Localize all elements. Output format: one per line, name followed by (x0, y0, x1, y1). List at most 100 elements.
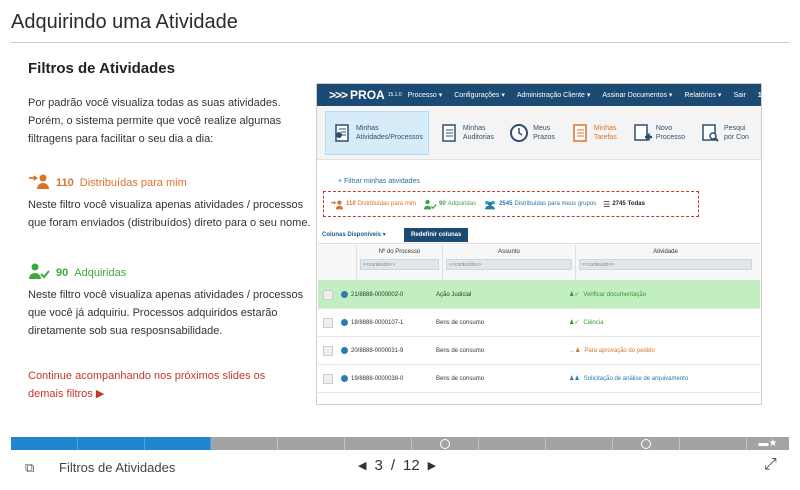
section-title: Filtros de Atividades (28, 60, 175, 77)
group-icon (485, 200, 495, 209)
tile-auditorias[interactable]: Minhas Auditorias (433, 111, 499, 155)
col-header-atividade: Atividade (653, 249, 678, 255)
acquired-icon: ♟✓ (569, 320, 580, 326)
continue-link[interactable]: Continue acompanhando nos próximos slide… (28, 367, 298, 403)
filter-input-atividade[interactable]: <<conteúdo>> (579, 259, 752, 270)
filter-summary-box: 110 Distribuídas para mim 90 Adquiridas … (323, 191, 699, 217)
nav-configuracoes[interactable]: Configurações ▾ (448, 91, 511, 99)
progress-segment[interactable] (211, 437, 278, 450)
intro-text: Por padrão você visualiza todas as suas … (28, 97, 282, 145)
pager-separator: / (390, 457, 395, 474)
progress-segment-final[interactable]: ▬★ (747, 437, 789, 450)
current-slide-number: 3 (374, 457, 383, 474)
filter-acquired-count: 90 (56, 266, 69, 279)
filter-distributed-desc: Neste filtro você visualiza apenas ativi… (28, 199, 311, 229)
add-document-icon (631, 122, 653, 144)
current-slide-name: Filtros de Atividades (59, 460, 176, 475)
col-header-assunto: Assunto (498, 249, 520, 255)
progress-segment[interactable] (680, 437, 747, 450)
columns-toolbar: Colunas Disponíveis ▾ Redefinir colunas (318, 226, 760, 244)
nav-user[interactable]: 1 (752, 92, 761, 99)
slide-progress-bar[interactable]: ▬★ (11, 437, 789, 450)
row-checkbox[interactable] (323, 317, 333, 328)
fullscreen-icon[interactable]: ⤢ (764, 456, 777, 474)
tile-minhas-atividades[interactable]: Minhas Atividades/Processos (325, 110, 429, 155)
activities-table: Nº do Processo <<conteúdo>> Assunto <<co… (318, 245, 760, 393)
clock-icon (508, 122, 530, 144)
table-row[interactable]: 19/8888-0000038-0 Bens de consumo ♟♟ Soli… (318, 365, 760, 393)
slides-menu-icon[interactable]: ⧉ (25, 460, 34, 476)
next-slide-icon[interactable]: ▶ (428, 459, 436, 472)
filter-activities-link[interactable]: + Filtrar minhas atividades (338, 178, 420, 185)
acquired-icon (423, 199, 437, 209)
row-checkbox[interactable] (323, 289, 333, 300)
tile-prazos[interactable]: Meus Prazos (503, 111, 560, 155)
columns-dropdown[interactable]: Colunas Disponíveis ▾ (318, 231, 402, 238)
proa-tile-bar: Minhas Atividades/Processos Minhas Auditor… (317, 106, 761, 160)
table-header: Nº do Processo <<conteúdo>> Assunto <<co… (318, 245, 760, 281)
filter-acquired-desc: Neste filtro você visualiza apenas ativi… (28, 289, 304, 337)
expand-icon[interactable] (341, 291, 348, 298)
progress-segment[interactable] (546, 437, 613, 450)
filter-distributed-count: 110 (56, 176, 74, 189)
progress-segment[interactable] (145, 437, 211, 450)
proa-nav-bar: >>> PROA 15.1.0 Processo ▾ Configurações… (317, 84, 761, 106)
task-list-icon (569, 122, 591, 144)
nav-administracao[interactable]: Administração Cliente ▾ (511, 91, 597, 99)
chip-all[interactable]: ☰ 2745 Todas (603, 200, 645, 209)
slide: Adquirindo uma Atividade Filtros de Ativ… (0, 0, 800, 430)
expand-icon[interactable] (341, 347, 348, 354)
document-stack-icon (331, 122, 353, 144)
proa-logo-icon: >>> (329, 88, 348, 102)
tile-pesquisa[interactable]: Pesqui por Con (694, 111, 754, 155)
proa-logo: >>> PROA 15.1.0 (329, 88, 402, 102)
acquired-icon (28, 262, 50, 283)
nav-assinar[interactable]: Assinar Documentos ▾ (596, 91, 678, 99)
distributed-icon (330, 200, 344, 209)
row-checkbox[interactable] (323, 373, 333, 384)
table-row[interactable]: 21/8888-0000002-0 Ação Judicial ♟✓ Verifi… (318, 281, 760, 309)
filter-acquired-label: Adquiridas (74, 266, 127, 279)
nav-relatorios[interactable]: Relatórios ▾ (678, 91, 727, 99)
table-row[interactable]: 18/8888-0000107-1 Bens de consumo ♟✓ Ciên… (318, 309, 760, 337)
reset-columns-button[interactable]: Redefinir colunas (404, 227, 469, 242)
tile-tarefas[interactable]: Minhas Tarefas (564, 111, 622, 155)
progress-segment[interactable] (345, 437, 412, 450)
distributed-icon (28, 172, 50, 193)
progress-segment[interactable] (479, 437, 546, 450)
filter-input-assunto[interactable]: <<conteúdo>> (446, 259, 572, 270)
progress-segment[interactable] (278, 437, 345, 450)
chip-acquired[interactable]: 90 Adquiridas (423, 199, 476, 210)
caret-down-icon: ▾ (382, 232, 386, 238)
quiz-marker-icon (641, 439, 651, 449)
search-document-icon (699, 122, 721, 144)
tile-novo-processo[interactable]: Novo Processo (626, 111, 690, 155)
total-slides: 12 (402, 457, 420, 474)
prev-slide-icon[interactable]: ◀ (358, 459, 366, 472)
progress-segment[interactable] (613, 437, 680, 450)
filter-acquired-heading: 90 Adquiridas (28, 262, 126, 283)
slide-title: Adquirindo uma Atividade (11, 11, 238, 33)
clipboard-icon (438, 122, 460, 144)
star-icon: ▬★ (758, 438, 778, 449)
progress-segment[interactable] (412, 437, 479, 450)
row-checkbox[interactable] (323, 345, 333, 356)
expand-icon[interactable] (341, 319, 348, 326)
title-divider (11, 42, 789, 43)
expand-icon[interactable] (341, 375, 348, 382)
list-icon: ☰ (603, 199, 611, 209)
chip-groups[interactable]: 2545 Distribuídas para meus grupos (483, 199, 596, 210)
chip-distributed[interactable]: 110 Distribuídas para mim (330, 199, 416, 210)
nav-processo[interactable]: Processo ▾ (402, 91, 449, 99)
progress-segment[interactable] (11, 437, 78, 450)
progress-segment[interactable] (78, 437, 145, 450)
group-icon: ♟♟ (569, 376, 580, 382)
distributed-icon: →♟ (569, 348, 581, 354)
filter-distributed-label: Distribuídas para mim (79, 176, 187, 189)
filter-input-processo[interactable]: <<conteúdo>> (360, 259, 439, 270)
nav-sair[interactable]: Sair (727, 92, 751, 99)
acquired-icon: ♟✓ (569, 292, 580, 298)
player-footer: ⧉ Filtros de Atividades ◀ 3 / 12 ▶ ⤢ (0, 452, 800, 490)
table-row[interactable]: 20/8888-0000031-9 Bens de consumo →♟ Para… (318, 337, 760, 365)
filter-distributed-heading: 110 Distribuídas para mim (28, 172, 187, 193)
